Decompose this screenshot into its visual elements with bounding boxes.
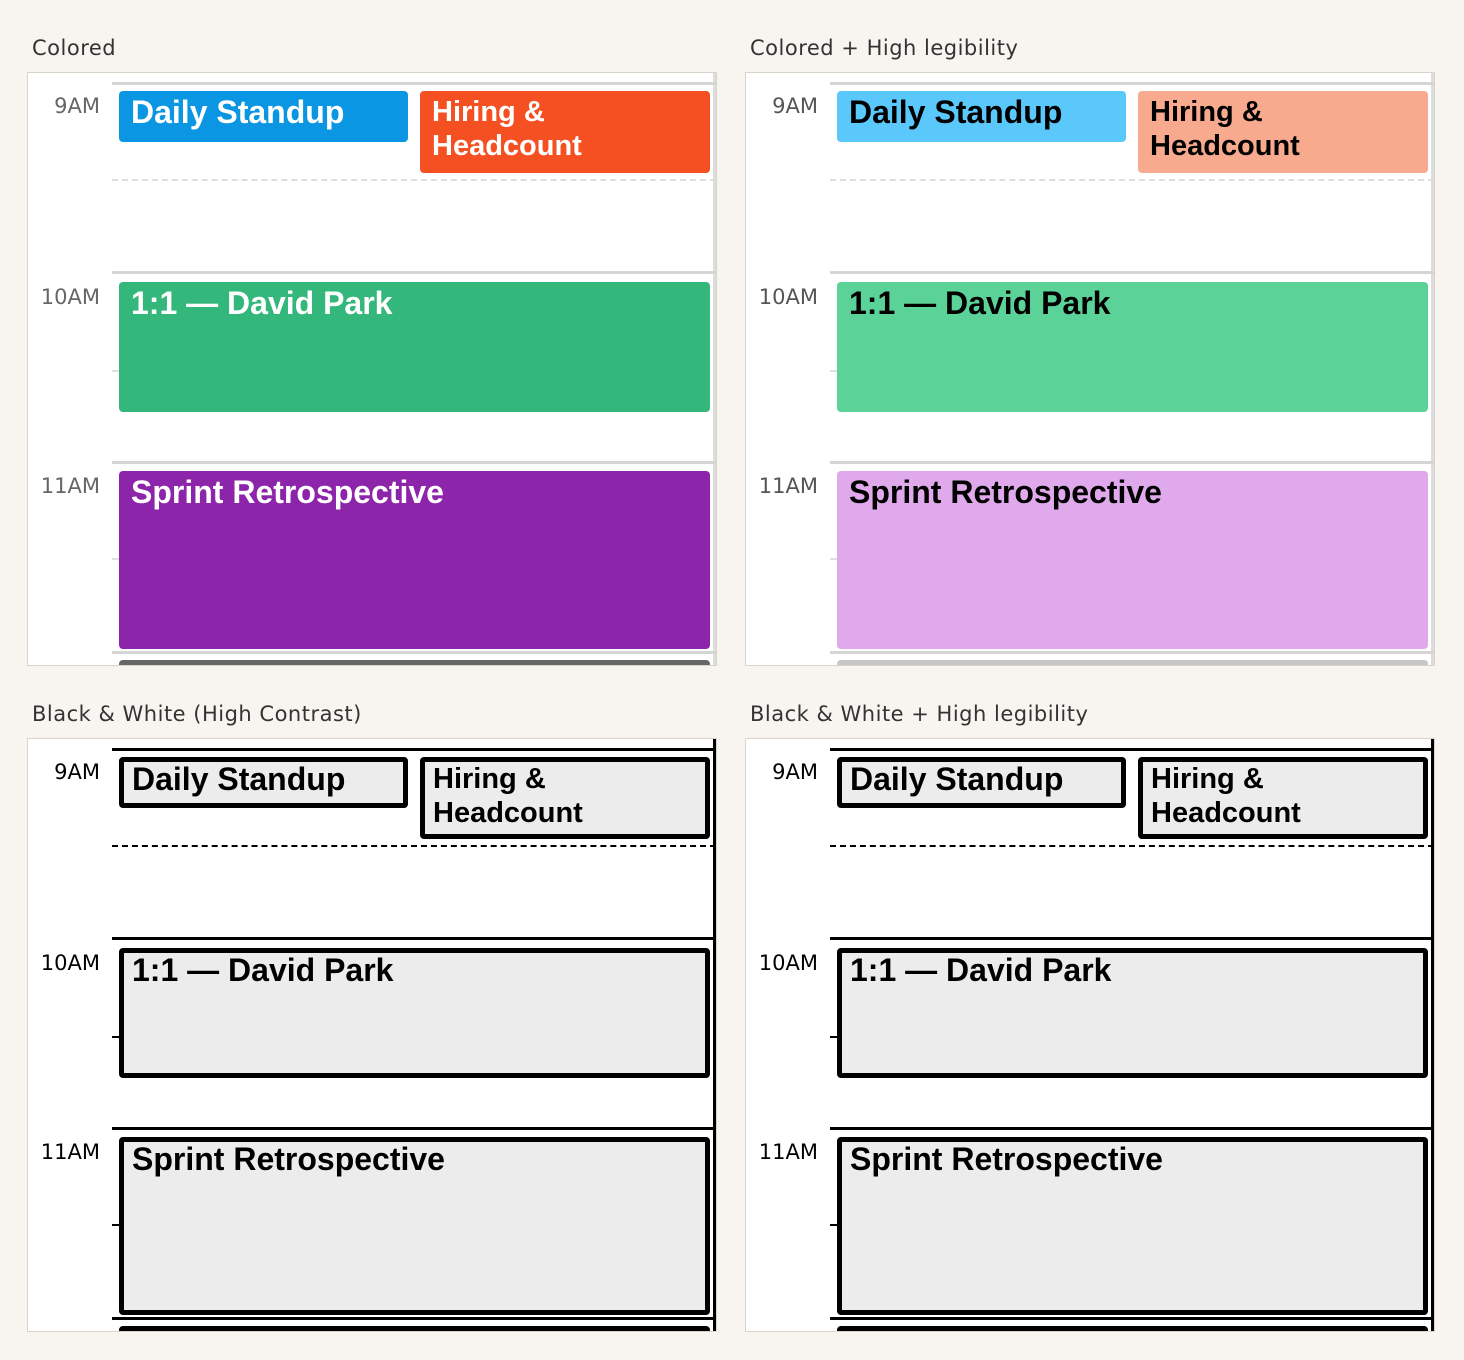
event-sprint-retrospective[interactable]: Sprint Retrospective — [119, 471, 710, 649]
hour-line — [112, 937, 716, 940]
hour-line — [830, 271, 1434, 274]
event-next[interactable] — [119, 1326, 710, 1331]
hour-line — [830, 82, 1434, 85]
event-next[interactable] — [837, 1326, 1428, 1331]
time-label-9am: 9AM — [54, 94, 100, 118]
hour-line — [112, 271, 716, 274]
day-column-border — [713, 73, 716, 665]
event-title: 1:1 — David Park — [850, 952, 1112, 988]
half-hour-line — [112, 179, 716, 181]
event-hiring-headcount[interactable]: Hiring & Headcount — [1138, 91, 1428, 173]
panel-label-colored: Colored — [32, 36, 117, 60]
panel-label-colored-high-legibility: Colored + High legibility — [750, 36, 1019, 60]
event-title-line2: Headcount — [1151, 797, 1301, 829]
event-title: Daily Standup — [132, 761, 346, 797]
event-one-on-one[interactable]: 1:1 — David Park — [837, 282, 1428, 412]
event-title: Daily Standup — [131, 94, 345, 130]
hour-line — [112, 461, 716, 464]
day-column-border — [713, 739, 716, 1331]
calendar-panel-black-white-high-legibility: 9AM 10AM 11AM Daily Standup Hiring & Head… — [745, 738, 1435, 1332]
time-label-9am: 9AM — [54, 760, 100, 784]
hour-line — [112, 1317, 716, 1320]
half-hour-line — [830, 179, 1434, 181]
event-title-line1: Hiring & — [1150, 96, 1263, 128]
event-title-line1: Hiring & — [1151, 763, 1264, 795]
hour-line — [830, 1317, 1434, 1320]
event-sprint-retrospective[interactable]: Sprint Retrospective — [837, 1137, 1428, 1315]
event-sprint-retrospective[interactable]: Sprint Retrospective — [119, 1137, 710, 1315]
event-title-line2: Headcount — [1150, 130, 1300, 162]
event-next[interactable] — [119, 660, 710, 665]
event-title: Daily Standup — [850, 761, 1064, 797]
hour-line — [112, 82, 716, 85]
time-label-11am: 11AM — [758, 1140, 818, 1164]
event-hiring-headcount[interactable]: Hiring & Headcount — [420, 91, 710, 173]
event-title: 1:1 — David Park — [132, 952, 394, 988]
hour-line — [830, 1127, 1434, 1130]
event-one-on-one[interactable]: 1:1 — David Park — [119, 948, 710, 1078]
event-daily-standup[interactable]: Daily Standup — [837, 91, 1126, 142]
event-daily-standup[interactable]: Daily Standup — [119, 91, 408, 142]
event-next[interactable] — [837, 660, 1428, 665]
time-label-9am: 9AM — [772, 760, 818, 784]
time-label-11am: 11AM — [40, 474, 100, 498]
event-title: Sprint Retrospective — [131, 474, 444, 510]
event-title: Daily Standup — [849, 94, 1063, 130]
event-title: 1:1 — David Park — [849, 285, 1111, 321]
panel-label-black-white-high-legibility: Black & White + High legibility — [750, 702, 1089, 726]
event-title-line2: Headcount — [433, 797, 583, 829]
hour-line — [830, 937, 1434, 940]
event-daily-standup[interactable]: Daily Standup — [837, 757, 1126, 808]
half-hour-line — [112, 845, 716, 847]
half-hour-line — [830, 845, 1434, 847]
hour-line — [830, 748, 1434, 751]
calendar-panel-colored: 9AM 10AM 11AM Daily Standup Hiring & Head… — [27, 72, 717, 666]
time-label-10am: 10AM — [758, 951, 818, 975]
time-label-9am: 9AM — [772, 94, 818, 118]
time-label-10am: 10AM — [40, 951, 100, 975]
event-title-line1: Hiring & — [432, 96, 545, 128]
event-title: Sprint Retrospective — [850, 1141, 1163, 1177]
event-hiring-headcount[interactable]: Hiring & Headcount — [420, 757, 710, 839]
time-label-10am: 10AM — [758, 285, 818, 309]
hour-line — [112, 748, 716, 751]
event-one-on-one[interactable]: 1:1 — David Park — [119, 282, 710, 412]
hour-line — [112, 651, 716, 654]
event-title: 1:1 — David Park — [131, 285, 393, 321]
panel-label-black-white: Black & White (High Contrast) — [32, 702, 362, 726]
day-column-border — [1431, 73, 1434, 665]
event-title-line1: Hiring & — [433, 763, 546, 795]
event-hiring-headcount[interactable]: Hiring & Headcount — [1138, 757, 1428, 839]
event-title: Sprint Retrospective — [849, 474, 1162, 510]
time-label-11am: 11AM — [40, 1140, 100, 1164]
event-daily-standup[interactable]: Daily Standup — [119, 757, 408, 808]
hour-line — [830, 461, 1434, 464]
event-title-line2: Headcount — [432, 130, 582, 162]
hour-line — [112, 1127, 716, 1130]
time-label-10am: 10AM — [40, 285, 100, 309]
time-label-11am: 11AM — [758, 474, 818, 498]
event-title: Sprint Retrospective — [132, 1141, 445, 1177]
hour-line — [830, 651, 1434, 654]
day-column-border — [1431, 739, 1434, 1331]
event-sprint-retrospective[interactable]: Sprint Retrospective — [837, 471, 1428, 649]
calendar-panel-black-white: 9AM 10AM 11AM Daily Standup Hiring & Head… — [27, 738, 717, 1332]
calendar-panel-colored-high-legibility: 9AM 10AM 11AM Daily Standup Hiring & Head… — [745, 72, 1435, 666]
event-one-on-one[interactable]: 1:1 — David Park — [837, 948, 1428, 1078]
